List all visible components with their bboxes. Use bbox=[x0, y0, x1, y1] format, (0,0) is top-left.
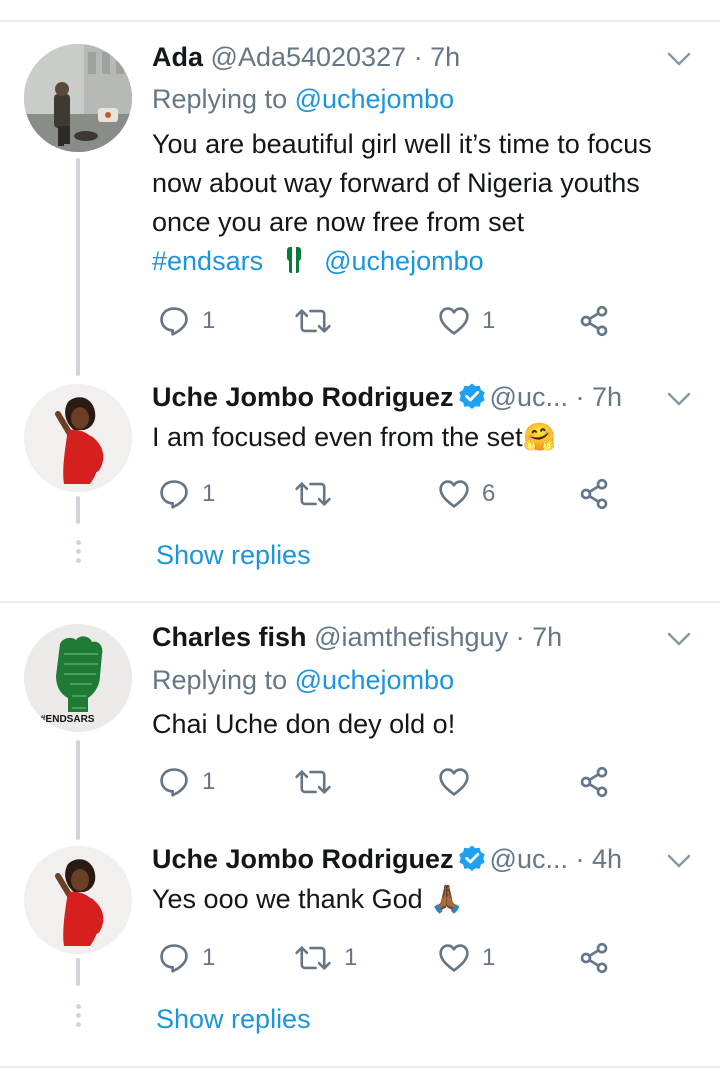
thread-line bbox=[76, 496, 80, 524]
user-handle[interactable]: @Ada54020327 bbox=[211, 42, 407, 72]
user-name[interactable]: Uche Jombo Rodriguez bbox=[152, 382, 454, 412]
chevron-down-icon[interactable] bbox=[666, 386, 692, 412]
avatar[interactable] bbox=[24, 846, 132, 954]
share-icon bbox=[578, 766, 610, 798]
replying-to-link[interactable]: @uchejombo bbox=[295, 84, 455, 114]
tweet-header: Uche Jombo Rodriguez @uc... · 4h bbox=[152, 842, 622, 876]
nigeria-fist-icon bbox=[286, 247, 301, 273]
retweet-count: 1 bbox=[344, 944, 358, 971]
replying-to: Replying to @uchejombo bbox=[152, 82, 454, 116]
reply-button[interactable]: 1 bbox=[158, 303, 215, 339]
like-icon bbox=[438, 766, 470, 798]
share-icon bbox=[578, 478, 610, 510]
show-replies-link[interactable]: Show replies bbox=[156, 540, 311, 571]
mention-link[interactable]: @uchejombo bbox=[324, 246, 484, 276]
share-icon bbox=[578, 942, 610, 974]
reply-button[interactable]: 1 bbox=[158, 940, 215, 976]
reply-count: 1 bbox=[202, 768, 216, 795]
reply-icon bbox=[158, 305, 190, 337]
thread-line bbox=[76, 740, 80, 840]
retweet-button[interactable]: 1 bbox=[294, 940, 357, 976]
tweet-header: Ada @Ada54020327 · 7h bbox=[152, 40, 460, 74]
tweet-actions: 1 6 bbox=[158, 476, 618, 512]
retweet-button[interactable] bbox=[294, 764, 344, 800]
reply-button[interactable]: 1 bbox=[158, 476, 215, 512]
reply-count: 1 bbox=[202, 944, 216, 971]
replying-to: Replying to @uchejombo bbox=[152, 663, 454, 697]
like-icon bbox=[438, 942, 470, 974]
tweet-actions: 1 1 bbox=[158, 303, 618, 339]
tweet-text: Chai Uche don dey old o! bbox=[152, 709, 456, 739]
like-icon bbox=[438, 478, 470, 510]
like-button[interactable]: 6 bbox=[438, 476, 495, 512]
reply-icon bbox=[158, 942, 190, 974]
retweet-icon bbox=[294, 478, 332, 510]
like-count: 6 bbox=[482, 480, 496, 507]
replying-prefix: Replying to bbox=[152, 665, 295, 695]
retweet-icon bbox=[294, 942, 332, 974]
show-replies-link[interactable]: Show replies bbox=[156, 1004, 311, 1035]
tweet-time[interactable]: · 4h bbox=[575, 844, 622, 874]
tweet-header: Uche Jombo Rodriguez @uc... · 7h bbox=[152, 380, 622, 414]
verified-badge-icon bbox=[458, 382, 486, 410]
retweet-icon bbox=[294, 766, 332, 798]
tweet-text: I am focused even from the set🤗 bbox=[152, 422, 557, 452]
hashtag-link[interactable]: #endsars bbox=[152, 246, 263, 276]
retweet-icon bbox=[294, 305, 332, 337]
verified-badge-icon bbox=[458, 844, 486, 872]
chevron-down-icon[interactable] bbox=[666, 626, 692, 652]
like-icon bbox=[438, 305, 470, 337]
tweet-time[interactable]: · 7h bbox=[516, 622, 563, 652]
reply-button[interactable]: 1 bbox=[158, 764, 215, 800]
tweet-time[interactable]: · 7h bbox=[414, 42, 461, 72]
reply-count: 1 bbox=[202, 307, 216, 334]
thread-line bbox=[76, 158, 80, 376]
user-handle[interactable]: @uc... bbox=[490, 382, 568, 412]
thread-more-dots bbox=[76, 1004, 82, 1031]
avatar[interactable] bbox=[24, 44, 132, 152]
share-button[interactable] bbox=[578, 476, 610, 512]
like-button[interactable]: 1 bbox=[438, 940, 495, 976]
tweet-header: Charles fish @iamthefishguy · 7h bbox=[152, 620, 562, 654]
tweet-time[interactable]: · 7h bbox=[575, 382, 622, 412]
thread-more-dots bbox=[76, 540, 82, 567]
retweet-button[interactable] bbox=[294, 476, 344, 512]
share-button[interactable] bbox=[578, 764, 610, 800]
share-button[interactable] bbox=[578, 303, 610, 339]
bottom-divider bbox=[0, 1066, 720, 1068]
reply-icon bbox=[158, 766, 190, 798]
avatar[interactable]: #ENDSARS bbox=[24, 624, 132, 732]
share-icon bbox=[578, 305, 610, 337]
chevron-down-icon[interactable] bbox=[666, 848, 692, 874]
tweet-text-body: You are beautiful girl well it’s time to… bbox=[152, 129, 652, 237]
like-count: 1 bbox=[482, 944, 496, 971]
tweet-actions: 1 1 1 bbox=[158, 940, 618, 976]
thread-divider bbox=[0, 601, 720, 603]
retweet-button[interactable] bbox=[294, 303, 344, 339]
like-count: 1 bbox=[482, 307, 496, 334]
tweet-text: Yes ooo we thank God 🙏🏾 bbox=[152, 884, 464, 914]
like-button[interactable] bbox=[438, 764, 482, 800]
user-name[interactable]: Charles fish bbox=[152, 622, 307, 652]
top-divider bbox=[0, 20, 720, 22]
avatar[interactable] bbox=[24, 384, 132, 492]
user-name[interactable]: Ada bbox=[152, 42, 203, 72]
replying-to-link[interactable]: @uchejombo bbox=[295, 665, 455, 695]
user-handle[interactable]: @iamthefishguy bbox=[314, 622, 508, 652]
reply-count: 1 bbox=[202, 480, 216, 507]
endsars-avatar-text: #ENDSARS bbox=[40, 714, 95, 725]
user-handle[interactable]: @uc... bbox=[490, 844, 568, 874]
thread-line bbox=[76, 958, 80, 986]
user-name[interactable]: Uche Jombo Rodriguez bbox=[152, 844, 454, 874]
share-button[interactable] bbox=[578, 940, 610, 976]
chevron-down-icon[interactable] bbox=[666, 46, 692, 72]
tweet-text: You are beautiful girl well it’s time to… bbox=[152, 125, 692, 281]
replying-prefix: Replying to bbox=[152, 84, 295, 114]
tweet-actions: 1 bbox=[158, 764, 618, 800]
like-button[interactable]: 1 bbox=[438, 303, 495, 339]
reply-icon bbox=[158, 478, 190, 510]
